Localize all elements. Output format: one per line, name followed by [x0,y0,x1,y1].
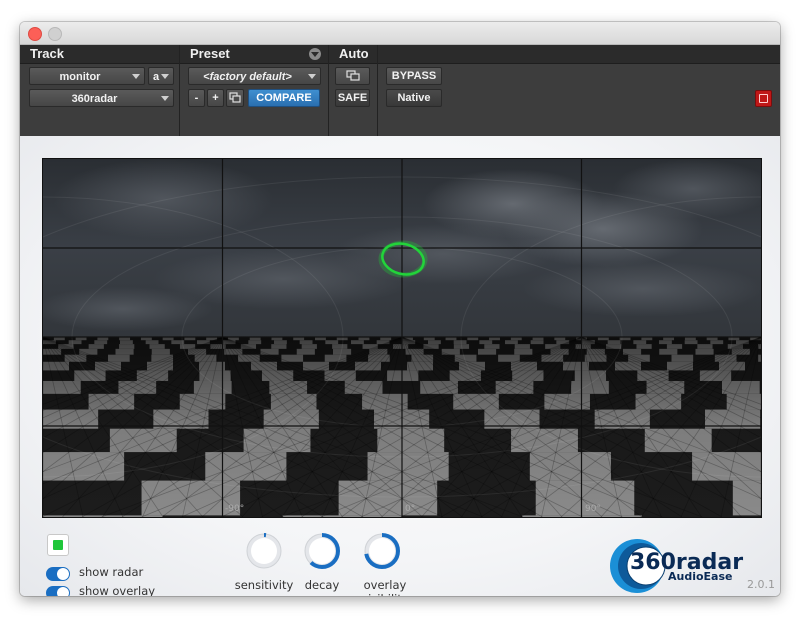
auto-header: Auto [329,45,377,63]
chevron-down-icon [161,74,169,79]
divider [179,45,180,136]
plugin-window: Track Preset Auto monitor a 360radar <fa… [20,22,780,596]
preset-dropdown[interactable]: <factory default> [188,67,321,85]
copy-icon [229,92,241,103]
show-overlay-toggle[interactable] [46,586,70,596]
decay-knob[interactable] [303,532,341,570]
360radar-logo: 360radar AudioEase [610,539,743,593]
sensitivity-knob[interactable] [245,532,283,570]
chevron-down-icon [132,74,140,79]
preset-value: <factory default> [203,71,292,83]
compare-button[interactable]: COMPARE [248,89,320,107]
overlay-visibility-knob[interactable] [363,532,401,570]
track-header: Track [20,45,179,63]
plugin-panel: -90° 0° 90° show radar show overlay sens… [20,136,780,596]
plugin-dropdown[interactable]: 360radar [29,89,174,107]
chevron-down-icon [161,96,169,101]
toolbar-separator [20,63,780,64]
axis-label-right: 90° [585,504,601,514]
native-indicator: Native [386,89,442,107]
axis-label-center: 0° [405,504,416,514]
channel-dropdown[interactable]: a [148,67,174,85]
minimize-window-button[interactable] [48,27,62,41]
automation-window-button[interactable] [335,67,370,85]
show-radar-label: show radar [79,565,144,579]
preset-header: Preset [180,45,328,63]
copy-settings-button[interactable] [226,89,244,107]
next-preset-button[interactable]: + [207,89,224,107]
panorama-canvas [43,159,761,517]
radar-view[interactable]: -90° 0° 90° [42,158,762,518]
divider [328,45,329,136]
version-label: 2.0.1 [747,578,775,591]
radar-status-button[interactable] [47,534,69,556]
overlay-visibility-label: overlay visibility [361,578,408,596]
track-name-dropdown[interactable]: monitor [29,67,145,85]
show-overlay-label: show overlay [79,584,156,596]
toolbar-header-spacer [378,45,780,63]
track-name-value: monitor [59,71,101,83]
plugin-value: 360radar [71,93,118,105]
logo-brand: AudioEase [668,570,733,583]
preset-menu-icon[interactable] [309,48,321,60]
previous-preset-button[interactable]: - [188,89,205,107]
safe-button[interactable]: SAFE [335,89,370,107]
host-toolbar: Track Preset Auto monitor a 360radar <fa… [20,45,780,136]
close-window-button[interactable] [28,27,42,41]
bypass-button[interactable]: BYPASS [386,67,442,85]
axis-label-left: -90° [225,504,245,514]
channel-value: a [152,71,160,83]
chevron-down-icon [308,74,316,79]
show-radar-toggle[interactable] [46,567,70,581]
divider [377,45,378,136]
power-icon[interactable] [755,90,772,107]
automation-icon [345,70,360,81]
title-bar [20,22,780,45]
